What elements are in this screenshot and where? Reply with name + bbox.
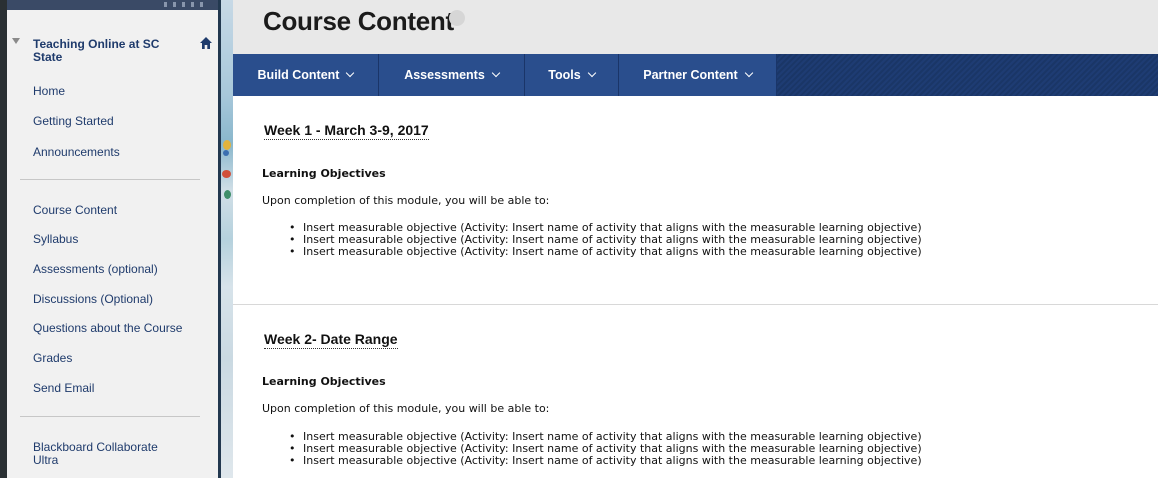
main-content: Course Content Build Content Assessments…	[233, 0, 1158, 478]
sidebar-item-grades[interactable]: Grades	[33, 351, 72, 365]
week-title-link[interactable]: Week 2- Date Range	[264, 331, 398, 349]
left-edge-strip	[0, 0, 7, 478]
learning-objectives-heading: Learning Objectives	[262, 375, 386, 388]
list-item: Insert measurable objective (Activity: I…	[289, 246, 922, 259]
sidebar-item-announcements[interactable]: Announcements	[33, 145, 120, 159]
sidebar-item-syllabus[interactable]: Syllabus	[33, 232, 78, 246]
course-title[interactable]: Teaching Online at SC State	[33, 38, 183, 64]
build-content-label: Build Content	[257, 68, 340, 82]
chevron-down-icon	[587, 68, 596, 78]
week-title-link[interactable]: Week 1 - March 3-9, 2017	[264, 122, 429, 140]
tools-button[interactable]: Tools	[525, 54, 619, 96]
sidebar-item-assessments[interactable]: Assessments (optional)	[33, 262, 158, 276]
action-bar: Build Content Assessments Tools Partner …	[233, 54, 1158, 96]
content-divider	[233, 304, 1158, 305]
chevron-down-icon	[346, 68, 355, 78]
sidebar-item-collaborate-ultra[interactable]: Blackboard Collaborate Ultra	[33, 441, 183, 467]
module-intro-text: Upon completion of this module, you will…	[262, 194, 550, 207]
sidebar-item-questions[interactable]: Questions about the Course	[33, 321, 182, 335]
menu-divider	[20, 416, 200, 417]
sidebar-item-discussions[interactable]: Discussions (Optional)	[33, 292, 153, 306]
assessments-button[interactable]: Assessments	[379, 54, 525, 96]
page-title: Course Content	[263, 6, 454, 36]
module-intro-text: Upon completion of this module, you will…	[262, 402, 550, 415]
home-icon[interactable]	[199, 36, 213, 50]
course-header: Teaching Online at SC State	[7, 34, 218, 74]
course-menu-sidebar: Teaching Online at SC State Home Getting…	[7, 0, 218, 478]
sidebar-item-course-content[interactable]: Course Content	[33, 203, 117, 217]
decorative-background-strip	[221, 0, 233, 478]
menu-divider	[20, 179, 200, 180]
sidebar-item-home[interactable]: Home	[33, 84, 65, 98]
triangle-down-icon[interactable]	[12, 38, 20, 44]
sidebar-top-banner	[7, 0, 218, 10]
learning-objectives-heading: Learning Objectives	[262, 167, 386, 180]
assessments-label: Assessments	[404, 68, 485, 82]
sidebar-item-send-email[interactable]: Send Email	[33, 381, 94, 395]
build-content-button[interactable]: Build Content	[233, 54, 379, 96]
sidebar-item-getting-started[interactable]: Getting Started	[33, 114, 114, 128]
objectives-list: Insert measurable objective (Activity: I…	[289, 222, 922, 259]
tools-label: Tools	[548, 68, 581, 82]
chevron-down-icon	[744, 68, 753, 78]
chevron-down-circle-icon[interactable]	[449, 10, 465, 26]
chevron-down-icon	[491, 68, 501, 78]
page-title-bar: Course Content	[233, 0, 1158, 54]
partner-content-button[interactable]: Partner Content	[619, 54, 777, 96]
partner-content-label: Partner Content	[643, 68, 738, 82]
list-item: Insert measurable objective (Activity: I…	[289, 455, 922, 468]
objectives-list: Insert measurable objective (Activity: I…	[289, 431, 922, 468]
